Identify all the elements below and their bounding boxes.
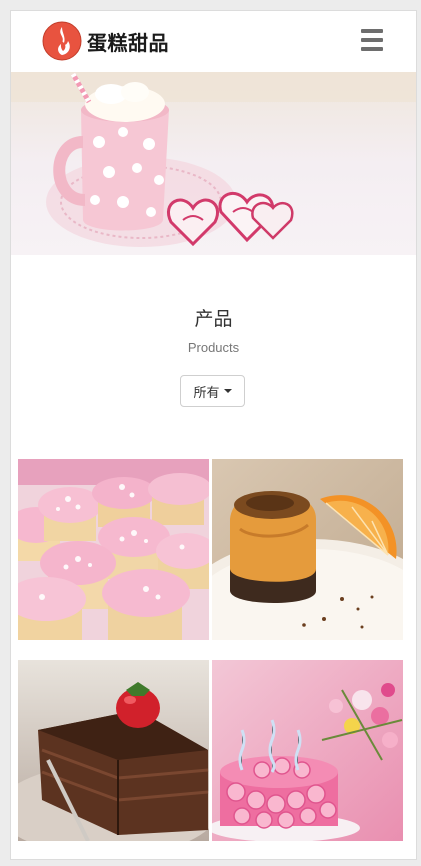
product-image bbox=[18, 459, 209, 640]
section-subtitle: Products bbox=[187, 340, 240, 355]
product-image bbox=[18, 660, 209, 841]
product-tile-orange-cake[interactable] bbox=[212, 459, 403, 640]
category-filter-dropdown[interactable]: 所有 bbox=[180, 375, 245, 407]
brand-logo[interactable]: 蛋糕甜品 bbox=[42, 20, 169, 62]
product-tile-chocolate-cake[interactable] bbox=[18, 660, 209, 841]
product-tile-cupcakes[interactable] bbox=[18, 459, 209, 640]
product-image bbox=[212, 459, 403, 640]
product-tile-rose-cake[interactable] bbox=[212, 660, 403, 841]
page-frame: 蛋糕甜品 产品 Products 所有 bbox=[10, 10, 417, 860]
hamburger-menu-icon[interactable] bbox=[361, 29, 383, 53]
site-header: 蛋糕甜品 bbox=[11, 11, 416, 72]
flame-logo-icon bbox=[42, 21, 82, 61]
section-title: 产品 bbox=[194, 308, 233, 330]
filter-label: 所有 bbox=[193, 385, 220, 401]
hero-banner-image bbox=[11, 72, 416, 255]
caret-down-icon bbox=[223, 389, 232, 393]
product-image bbox=[212, 660, 403, 841]
brand-name: 蛋糕甜品 bbox=[87, 30, 169, 55]
